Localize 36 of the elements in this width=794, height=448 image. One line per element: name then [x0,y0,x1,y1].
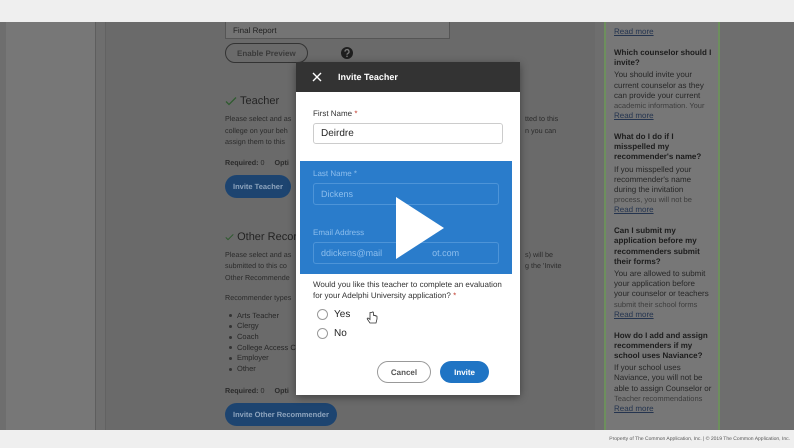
field-label: Email Address [313,228,366,238]
text-field[interactable]: Dickens [313,183,499,205]
faq-question: What do I do if I misspelled my recommender's name? [614,132,702,163]
faq-answer: If your school uses Naviance, you will not be able to assign Counselor or [614,363,712,394]
section-heading: Other Recor [237,230,297,242]
radio-button[interactable] [317,328,328,339]
field-value: ddickens@mail [321,248,382,258]
read-more-link[interactable]: Read more [614,404,654,414]
hand-cursor-icon [366,311,378,324]
read-more-link[interactable]: Read more [614,111,654,122]
radio-label[interactable]: No [334,328,347,339]
field-value: Dickens [321,189,354,199]
faq-answer: If you misspelled your recommender's name during the invitation [614,164,692,196]
radio-label[interactable]: Yes [334,309,350,320]
faq-answer: You are allowed to submit your application before your counselor or teachers [614,269,710,300]
radio-button[interactable] [317,309,328,320]
field-value: ot.com [432,248,460,258]
faq-question: Can I submit my application before my recommenders submit their forms? [614,226,701,268]
cancel-button[interactable]: Cancel [376,361,432,383]
text-field[interactable]: ddickens@mail ot.com [313,242,499,264]
field-label: Last Name * [313,169,358,179]
close-icon[interactable] [312,72,322,82]
first-name-label: First Name * [313,109,358,119]
read-more-link[interactable]: Read more [614,310,654,320]
read-more-link[interactable]: Read more [614,27,654,37]
modal-title: Invite Teacher [338,72,398,82]
section-heading: Teacher [240,95,280,107]
faq-question: How do I add and assign recommenders if my school uses Naviance? [614,330,709,362]
faq-question: Which counselor should I invite? [614,48,712,68]
read-more-link[interactable]: Read more [614,205,654,216]
help-icon[interactable] [340,47,353,59]
report-field[interactable]: Final Report [225,22,450,39]
question-text: Would you like this teacher to complete an evaluation for your Adelphi University application? * [313,279,503,301]
faq-answer: You should invite your current counselor as they can provide your current [614,70,705,102]
first-name-field[interactable]: Deirdre [313,123,503,144]
invite-button[interactable]: Invite [440,361,489,383]
